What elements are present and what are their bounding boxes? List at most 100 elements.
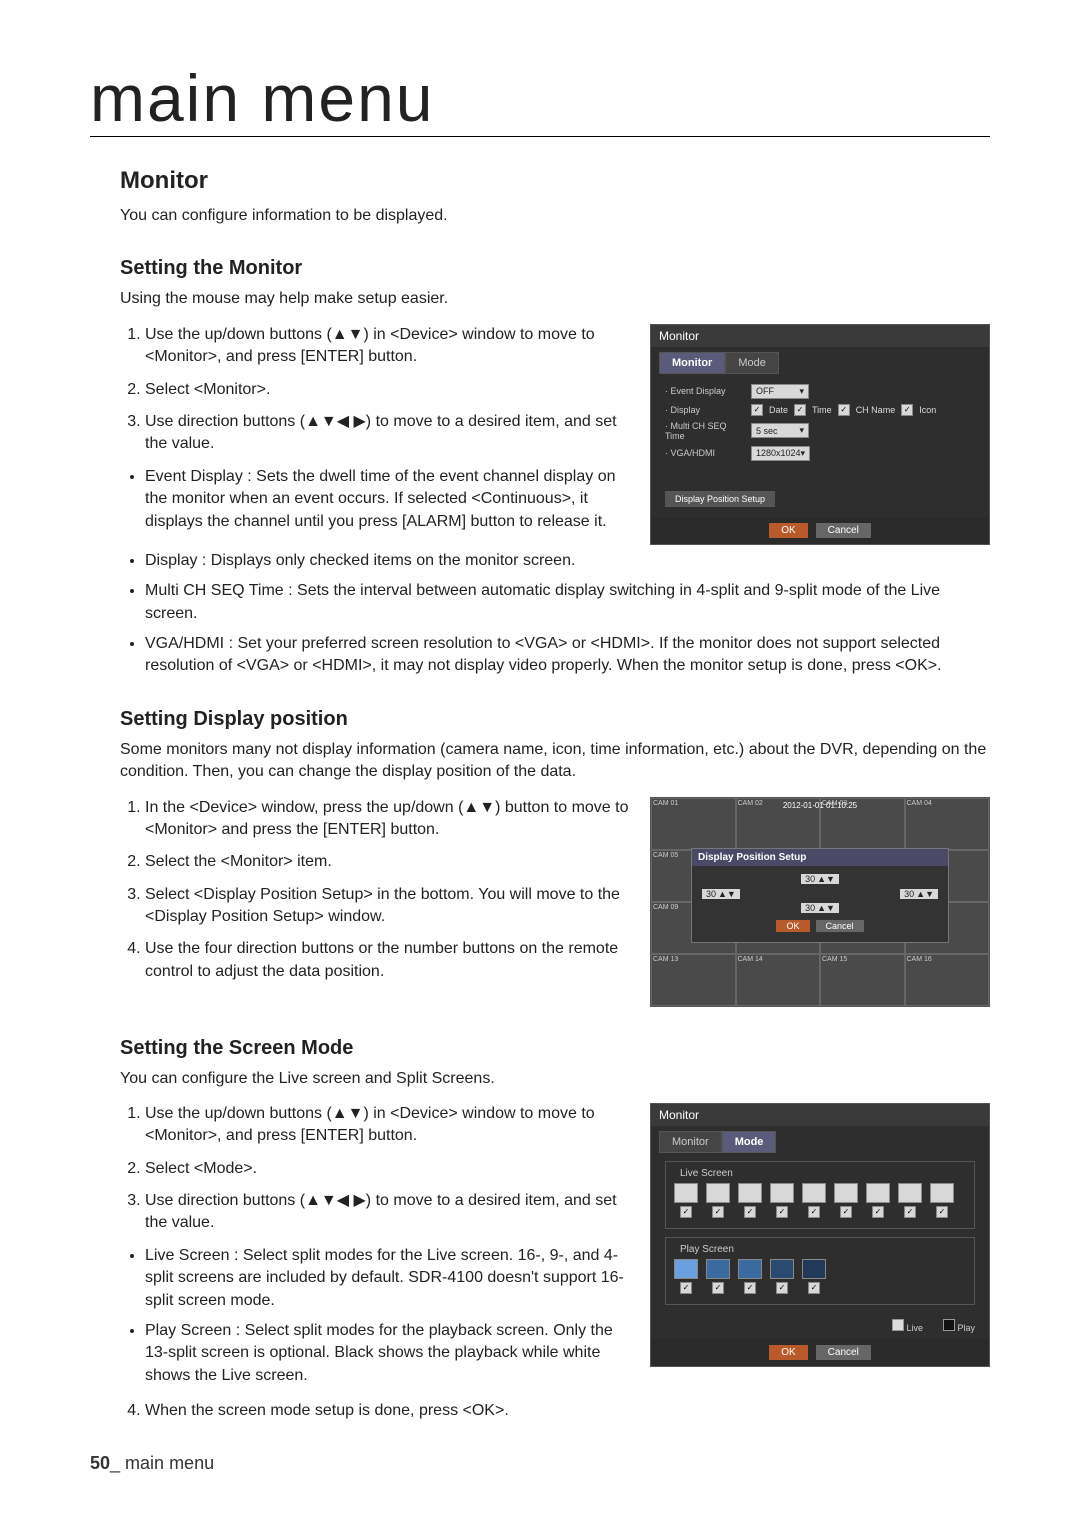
setting-display-pos-intro: Some monitors many not display informati…	[120, 739, 990, 784]
section-monitor-heading: Monitor	[120, 167, 990, 195]
dp-step-1: In the <Device> window, press the up/dow…	[145, 797, 630, 842]
split-check[interactable]: ✓	[776, 1282, 788, 1294]
vga-hdmi-select[interactable]: 1280x1024▾	[751, 446, 810, 461]
sm-step-2: Select <Mode>.	[145, 1158, 630, 1180]
check-icon[interactable]: ✓	[901, 404, 913, 416]
split-icon	[738, 1259, 762, 1279]
dialog-title: Monitor	[659, 1108, 699, 1122]
step-1: Use the up/down buttons (▲▼) in <Device>…	[145, 324, 630, 369]
check-date[interactable]: ✓	[751, 404, 763, 416]
sm-step-1: Use the up/down buttons (▲▼) in <Device>…	[145, 1103, 630, 1148]
group-live-title: Live Screen	[676, 1168, 737, 1179]
split-check[interactable]: ✓	[936, 1206, 948, 1218]
footer-label: main menu	[125, 1453, 214, 1473]
multi-seq-select[interactable]: 5 sec▾	[751, 423, 809, 438]
bullet-display: Display : Displays only checked items on…	[145, 550, 990, 572]
setting-monitor-hint: Using the mouse may help make setup easi…	[120, 288, 990, 310]
split-icon	[738, 1183, 762, 1203]
legend-play-icon	[943, 1319, 955, 1331]
split-icon	[898, 1183, 922, 1203]
tab-mode[interactable]: Mode	[722, 1131, 777, 1153]
split-check[interactable]: ✓	[712, 1206, 724, 1218]
split-check[interactable]: ✓	[744, 1282, 756, 1294]
setting-monitor-heading: Setting the Monitor	[120, 257, 990, 280]
split-check[interactable]: ✓	[680, 1206, 692, 1218]
page-number: 50	[90, 1453, 110, 1473]
pos-left-spinner[interactable]: 30 ▲▼	[702, 889, 740, 899]
setting-display-pos-heading: Setting Display position	[120, 708, 990, 731]
split-icon	[770, 1183, 794, 1203]
bullet-event-display: Event Display : Sets the dwell time of t…	[145, 466, 630, 533]
display-label: · Display	[665, 405, 745, 415]
tab-mode[interactable]: Mode	[725, 352, 779, 374]
pos-top-spinner[interactable]: 30 ▲▼	[801, 874, 839, 884]
cam-cell: CAM 15	[820, 954, 905, 1006]
split-icon	[834, 1183, 858, 1203]
event-display-select[interactable]: OFF▾	[751, 384, 809, 399]
split-check[interactable]: ✓	[776, 1206, 788, 1218]
overlay-title: Display Position Setup	[692, 849, 948, 866]
split-icon	[802, 1259, 826, 1279]
sm-step-4: When the screen mode setup is done, pres…	[145, 1400, 990, 1422]
split-icon	[866, 1183, 890, 1203]
check-chname[interactable]: ✓	[838, 404, 850, 416]
dp-step-3: Select <Display Position Setup> in the b…	[145, 884, 630, 929]
cancel-button[interactable]: Cancel	[816, 920, 864, 932]
pos-right-spinner[interactable]: 30 ▲▼	[900, 889, 938, 899]
ok-button[interactable]: OK	[769, 523, 807, 538]
sm-step-3: Use direction buttons (▲▼◀ ▶) to move to…	[145, 1190, 630, 1235]
tab-monitor[interactable]: Monitor	[659, 352, 725, 374]
monitor-intro: You can configure information to be disp…	[120, 205, 990, 227]
chevron-down-icon: ▾	[799, 425, 804, 436]
cancel-button[interactable]: Cancel	[816, 523, 871, 538]
dp-step-4: Use the four direction buttons or the nu…	[145, 938, 630, 983]
split-icon	[674, 1183, 698, 1203]
split-check[interactable]: ✓	[712, 1282, 724, 1294]
step-3: Use direction buttons (▲▼◀ ▶) to move to…	[145, 411, 630, 456]
split-check[interactable]: ✓	[840, 1206, 852, 1218]
split-icon	[706, 1183, 730, 1203]
screenshot-mode-dialog: Monitor Monitor Mode Live Screen ✓ ✓ ✓ ✓…	[650, 1103, 990, 1367]
split-check[interactable]: ✓	[808, 1206, 820, 1218]
ok-button[interactable]: OK	[769, 1345, 807, 1360]
timestamp: 2012-01-01 01:10:25	[651, 801, 989, 810]
vga-hdmi-label: · VGA/HDMI	[665, 448, 745, 458]
screenshot-monitor-dialog: Monitor Monitor Mode · Event Display OFF…	[650, 324, 990, 545]
ok-button[interactable]: OK	[776, 920, 809, 932]
page-footer: 50_ main menu	[90, 1453, 990, 1474]
legend-live-icon	[892, 1319, 904, 1331]
step-2: Select <Monitor>.	[145, 379, 630, 401]
screenshot-display-position: CAM 01 CAM 02 CAM 03 CAM 04 CAM 05 CAM 0…	[650, 797, 990, 1007]
split-icon	[930, 1183, 954, 1203]
split-icon	[674, 1259, 698, 1279]
tab-monitor[interactable]: Monitor	[659, 1131, 722, 1153]
cancel-button[interactable]: Cancel	[816, 1345, 871, 1360]
bullet-vga-hdmi: VGA/HDMI : Set your preferred screen res…	[145, 633, 990, 678]
split-check[interactable]: ✓	[744, 1206, 756, 1218]
split-check[interactable]: ✓	[808, 1282, 820, 1294]
display-position-setup-button[interactable]: Display Position Setup	[665, 491, 775, 507]
setting-screen-mode-heading: Setting the Screen Mode	[120, 1037, 990, 1060]
bullet-multi-seq: Multi CH SEQ Time : Sets the interval be…	[145, 580, 990, 625]
split-check[interactable]: ✓	[872, 1206, 884, 1218]
bullet-live-screen: Live Screen : Select split modes for the…	[145, 1245, 630, 1312]
split-check[interactable]: ✓	[680, 1282, 692, 1294]
cam-cell: CAM 16	[905, 954, 990, 1006]
pos-bottom-spinner[interactable]: 30 ▲▼	[801, 903, 839, 913]
check-time[interactable]: ✓	[794, 404, 806, 416]
split-check[interactable]: ✓	[904, 1206, 916, 1218]
event-display-label: · Event Display	[665, 386, 745, 396]
cam-cell: CAM 13	[651, 954, 736, 1006]
screen-mode-intro: You can configure the Live screen and Sp…	[120, 1068, 990, 1090]
dp-step-2: Select the <Monitor> item.	[145, 851, 630, 873]
page-title: main menu	[90, 60, 990, 137]
multi-seq-label: · Multi CH SEQ Time	[665, 421, 745, 441]
chevron-down-icon: ▾	[801, 448, 806, 459]
group-play-title: Play Screen	[676, 1244, 738, 1255]
chevron-down-icon: ▾	[799, 386, 804, 397]
cam-cell: CAM 14	[736, 954, 821, 1006]
dialog-title: Monitor	[659, 329, 699, 343]
bullet-play-screen: Play Screen : Select split modes for the…	[145, 1320, 630, 1387]
split-icon	[770, 1259, 794, 1279]
split-icon	[802, 1183, 826, 1203]
